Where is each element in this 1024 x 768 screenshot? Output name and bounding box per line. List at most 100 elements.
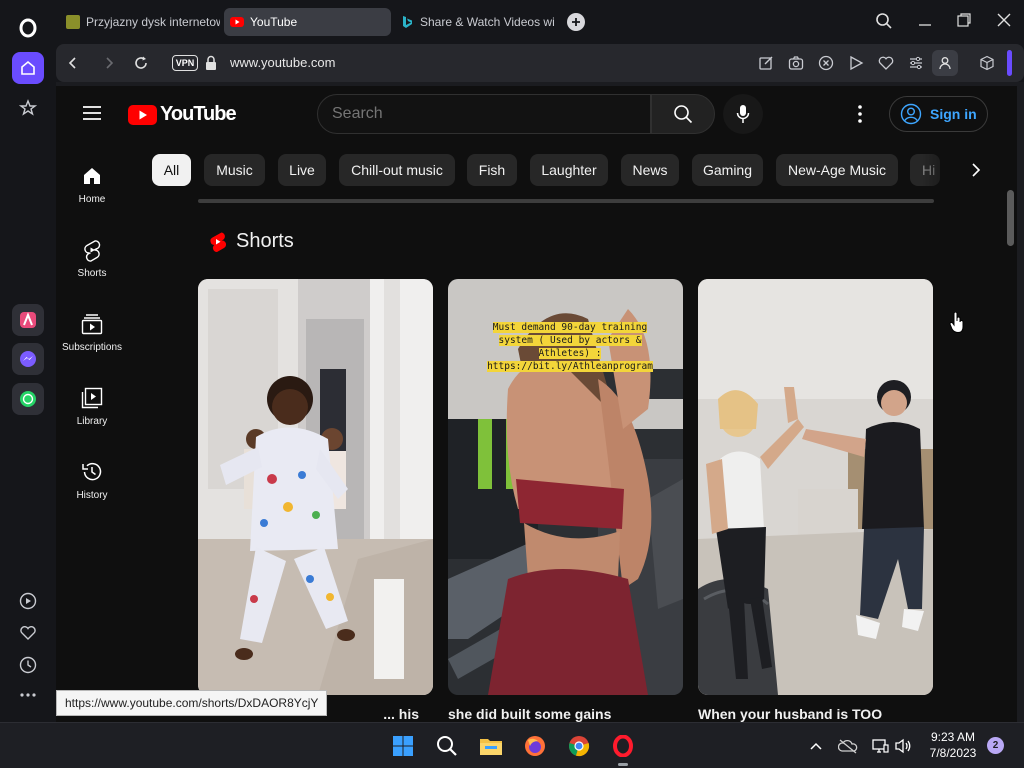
- clock[interactable]: 9:23 AM 7/8/2023: [918, 729, 988, 761]
- player-icon[interactable]: [12, 585, 44, 617]
- home-icon: [80, 164, 104, 188]
- chip-chill-out-music[interactable]: Chill-out music: [339, 154, 455, 186]
- adblock-icon[interactable]: [817, 54, 835, 72]
- history-clock-icon[interactable]: [12, 649, 44, 681]
- nav-home[interactable]: Home: [56, 164, 128, 205]
- tab-label: YouTube: [250, 15, 298, 29]
- sign-in-button[interactable]: Sign in: [889, 96, 988, 132]
- notification-badge[interactable]: 2: [987, 737, 1004, 754]
- tab-search-icon[interactable]: [875, 12, 893, 30]
- short-thumbnail[interactable]: [198, 279, 433, 695]
- onedrive-offline-icon[interactable]: [834, 732, 862, 760]
- edit-icon[interactable]: [757, 54, 775, 72]
- tab-label: Share & Watch Videos wit: [420, 15, 554, 29]
- shorts-heading: Shorts: [236, 230, 294, 252]
- chip-laughter[interactable]: Laughter: [530, 154, 608, 186]
- history-icon: [80, 460, 104, 484]
- tab-strip: Przyjazny dysk internetow YouTube Share …: [56, 0, 1024, 44]
- guide-menu-icon[interactable]: [82, 105, 102, 121]
- short-thumbnail[interactable]: Must demand 90-day training system ( Use…: [448, 279, 683, 695]
- opera-taskbar-icon[interactable]: [609, 732, 637, 760]
- nav-label: Subscriptions: [61, 342, 123, 353]
- send-flow-icon[interactable]: [847, 54, 865, 72]
- chip-gaming[interactable]: Gaming: [692, 154, 763, 186]
- account-circle-icon: [900, 103, 922, 125]
- tab-favicon-icon: [66, 15, 80, 29]
- volume-icon[interactable]: [889, 732, 917, 760]
- close-window-icon[interactable]: [996, 12, 1012, 28]
- reload-icon[interactable]: [132, 54, 150, 72]
- nav-shorts[interactable]: Shorts: [56, 238, 128, 279]
- back-icon[interactable]: [64, 54, 82, 72]
- nav-history[interactable]: History: [56, 460, 128, 501]
- short-thumbnail[interactable]: [698, 279, 933, 695]
- opera-running-indicator: [618, 763, 628, 766]
- settings-kebab-icon[interactable]: [857, 104, 863, 124]
- extensions-cube-icon[interactable]: [978, 54, 996, 72]
- section-divider: [198, 199, 934, 203]
- windows-start-icon[interactable]: [389, 732, 417, 760]
- speed-dial-home-icon[interactable]: [12, 52, 44, 84]
- search-button[interactable]: [651, 94, 715, 134]
- nav-label: Shorts: [77, 268, 107, 279]
- opera-logo-icon[interactable]: [12, 12, 44, 44]
- search-input[interactable]: [332, 95, 632, 133]
- bookmark-heart-icon[interactable]: [877, 54, 895, 72]
- chip-news[interactable]: News: [621, 154, 679, 186]
- taskbar-search-icon[interactable]: [433, 732, 461, 760]
- chrome-icon[interactable]: [565, 732, 593, 760]
- chip-live[interactable]: Live: [278, 154, 326, 186]
- search-icon: [674, 105, 693, 124]
- favorites-heart-icon[interactable]: [12, 617, 44, 649]
- subscriptions-icon: [80, 312, 104, 336]
- camera-snapshot-icon[interactable]: [787, 54, 805, 72]
- youtube-page: YouTube Sign in All Music Live Chill-out…: [56, 86, 1017, 722]
- short-title[interactable]: she did built some gains: [448, 706, 683, 722]
- tab-przyjazny-dysk[interactable]: Przyjazny dysk internetow: [60, 8, 220, 36]
- easy-setup-icon[interactable]: [907, 54, 925, 72]
- new-tab-plus-icon[interactable]: [567, 13, 585, 31]
- shorts-icon: [80, 238, 104, 262]
- file-explorer-icon[interactable]: [477, 732, 505, 760]
- nav-subscriptions[interactable]: Subscriptions: [56, 312, 128, 353]
- address-bar: VPN www.youtube.com: [56, 44, 1024, 82]
- clock-date: 7/8/2023: [929, 746, 977, 760]
- chip-music[interactable]: Music: [204, 154, 265, 186]
- vpn-badge[interactable]: VPN: [172, 55, 198, 71]
- short-title[interactable]: When your husband is TOO: [698, 706, 933, 722]
- firefox-icon[interactable]: [521, 732, 549, 760]
- chip-fish[interactable]: Fish: [467, 154, 517, 186]
- bing-favicon-icon: [400, 15, 414, 29]
- chips-next-chevron-icon[interactable]: [961, 157, 991, 183]
- more-dots-icon[interactable]: [12, 679, 44, 711]
- profile-icon[interactable]: [932, 50, 958, 76]
- chip-all[interactable]: All: [152, 154, 191, 186]
- short-overlay-text: Must demand 90-day training system ( Use…: [487, 322, 653, 372]
- search-box[interactable]: [317, 94, 651, 134]
- opera-sidebar: [0, 0, 56, 722]
- maximize-icon[interactable]: [956, 12, 972, 28]
- whatsapp-icon[interactable]: [12, 383, 44, 415]
- url-text[interactable]: www.youtube.com: [230, 55, 336, 70]
- windows-taskbar: 9:23 AM 7/8/2023 2: [0, 722, 1024, 768]
- messenger-icon[interactable]: [12, 343, 44, 375]
- youtube-logo[interactable]: YouTube: [128, 103, 237, 126]
- chip-new-age-music[interactable]: New-Age Music: [776, 154, 898, 186]
- show-hidden-icons-chevron-icon[interactable]: [802, 732, 830, 760]
- nav-library[interactable]: Library: [56, 386, 128, 427]
- aria-icon[interactable]: [12, 304, 44, 336]
- voice-search-button[interactable]: [723, 94, 763, 134]
- tab-share-watch[interactable]: Share & Watch Videos wit: [394, 8, 554, 36]
- sign-in-label: Sign in: [930, 106, 977, 122]
- short-livingroom-image: [698, 279, 933, 695]
- microphone-icon: [736, 105, 750, 123]
- nav-label: History: [76, 490, 108, 501]
- forward-icon[interactable]: [100, 54, 118, 72]
- minimize-icon[interactable]: [917, 12, 933, 30]
- pinboard-icon[interactable]: [12, 92, 44, 124]
- page-scrollbar-thumb[interactable]: [1007, 190, 1014, 246]
- tab-youtube[interactable]: YouTube: [224, 8, 391, 36]
- nav-label: Library: [76, 416, 108, 427]
- youtube-favicon-icon: [230, 15, 244, 29]
- lock-icon[interactable]: [205, 55, 217, 71]
